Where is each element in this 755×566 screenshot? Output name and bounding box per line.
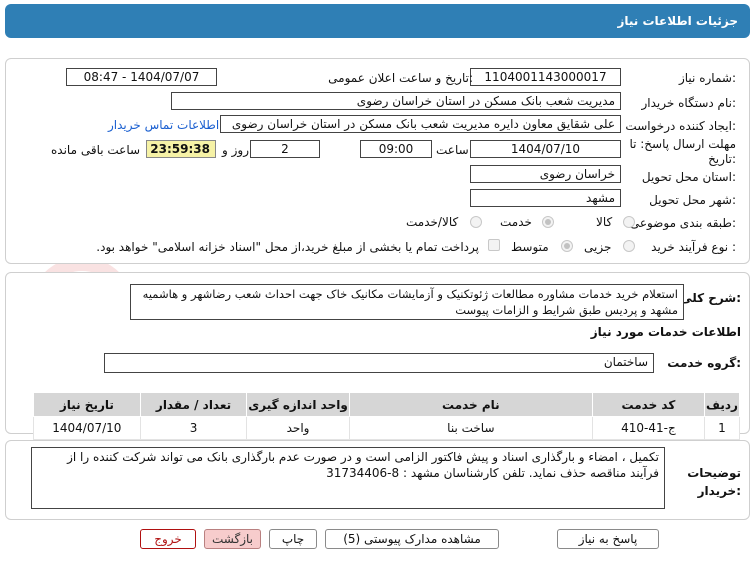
process-radio-minor[interactable]	[623, 240, 635, 252]
need-number-field: 1104001143000017	[470, 68, 621, 86]
process-option-medium: متوسط	[511, 240, 549, 254]
page-title: جزئیات اطلاعات نیاز	[617, 14, 738, 28]
process-radio-medium[interactable]	[561, 240, 573, 252]
cell-service-code: ج-41-410	[591, 416, 705, 440]
days-field: 2	[250, 140, 320, 158]
service-group-label: گروه خدمت:	[667, 356, 741, 370]
remaining-label: ساعت باقی مانده	[51, 143, 141, 157]
buyer-notes-field: تکمیل ، امضاء و بارگذاری اسناد و پیش فاک…	[31, 447, 665, 509]
treasury-payment-checkbox[interactable]	[488, 239, 500, 251]
creator-field: علی شقایق معاون دایره مدیریت شعب بانک مس…	[220, 115, 621, 133]
deadline-time-field: 09:00	[360, 140, 432, 158]
days-label: روز و	[222, 143, 249, 157]
deadline-date-field: 1404/07/10	[470, 140, 621, 158]
cell-service-name: ساخت بنا	[348, 416, 593, 440]
description-field: استعلام خرید خدمات مشاوره مطالعات ژئوتکن…	[130, 284, 684, 320]
category-option-goods: کالا	[596, 215, 613, 229]
table-row: 1 ج-41-410 ساخت بنا واحد 3 1404/07/10	[33, 416, 741, 440]
announce-field: 1404/07/07 - 08:47	[66, 68, 217, 86]
exit-button[interactable]: خروج	[140, 529, 196, 549]
cell-unit: واحد	[246, 416, 350, 440]
print-button[interactable]: چاپ	[269, 529, 317, 549]
process-label: نوع فرآیند خرید :	[651, 240, 736, 254]
category-option-service: خدمت	[500, 215, 532, 229]
services-table: ردیف کد خدمت نام خدمت واحد اندازه گیری ت…	[33, 392, 741, 440]
col-unit: واحد اندازه گیری	[246, 392, 350, 417]
buyer-label: نام دستگاه خریدار:	[641, 96, 737, 110]
back-button[interactable]: بازگشت	[204, 529, 261, 549]
services-section-title: اطلاعات خدمات مورد نیاز	[590, 325, 741, 339]
category-option-goods-service: کالا/خدمت	[406, 215, 459, 229]
cell-row-number: 1	[703, 416, 741, 440]
deadline-time-label: ساعت	[436, 143, 469, 157]
col-service-name: نام خدمت	[348, 392, 593, 417]
city-field: مشهد	[470, 189, 621, 207]
treasury-payment-note: پرداخت تمام یا بخشی از مبلغ خرید،از محل …	[96, 240, 479, 254]
province-field: خراسان رضوی	[470, 165, 621, 183]
category-radio-service[interactable]	[542, 216, 554, 228]
category-label: طبقه بندی موضوعی:	[629, 216, 736, 230]
cell-need-date: 1404/07/10	[33, 416, 141, 440]
deadline-label: مهلت ارسال پاسخ: تا تاریخ:	[629, 137, 736, 166]
col-quantity: تعداد / مقدار	[139, 392, 248, 417]
cell-quantity: 3	[139, 416, 248, 440]
reply-button[interactable]: پاسخ به نیاز	[557, 529, 659, 549]
service-group-field: ساختمان	[104, 353, 654, 373]
creator-label: ایجاد کننده درخواست:	[625, 119, 736, 133]
remaining-time-field: 23:59:38	[146, 140, 216, 158]
page-header: جزئیات اطلاعات نیاز	[5, 4, 750, 38]
city-label: شهر محل تحویل:	[649, 193, 736, 207]
view-attachments-button[interactable]: مشاهده مدارک پیوستی (5)	[325, 529, 499, 549]
table-header-row: ردیف کد خدمت نام خدمت واحد اندازه گیری ت…	[33, 392, 741, 417]
announce-label: تاریخ و ساعت اعلان عمومی:	[328, 71, 473, 85]
col-need-date: تاریخ نیاز	[33, 392, 141, 417]
category-radio-goods-service[interactable]	[470, 216, 482, 228]
process-option-minor: جزیی	[584, 240, 612, 254]
province-label: استان محل تحویل:	[641, 170, 736, 184]
col-service-code: کد خدمت	[591, 392, 705, 417]
contact-buyer-link[interactable]: اطلاعات تماس خریدار	[108, 118, 219, 132]
col-row-number: ردیف	[703, 392, 741, 417]
need-number-label: شماره نیاز:	[678, 71, 736, 85]
category-radio-goods[interactable]	[623, 216, 635, 228]
buyer-notes-label: توضیحات خریدار:	[687, 466, 741, 498]
buyer-field: مدیریت شعب بانک مسکن در استان خراسان رضو…	[171, 92, 621, 110]
